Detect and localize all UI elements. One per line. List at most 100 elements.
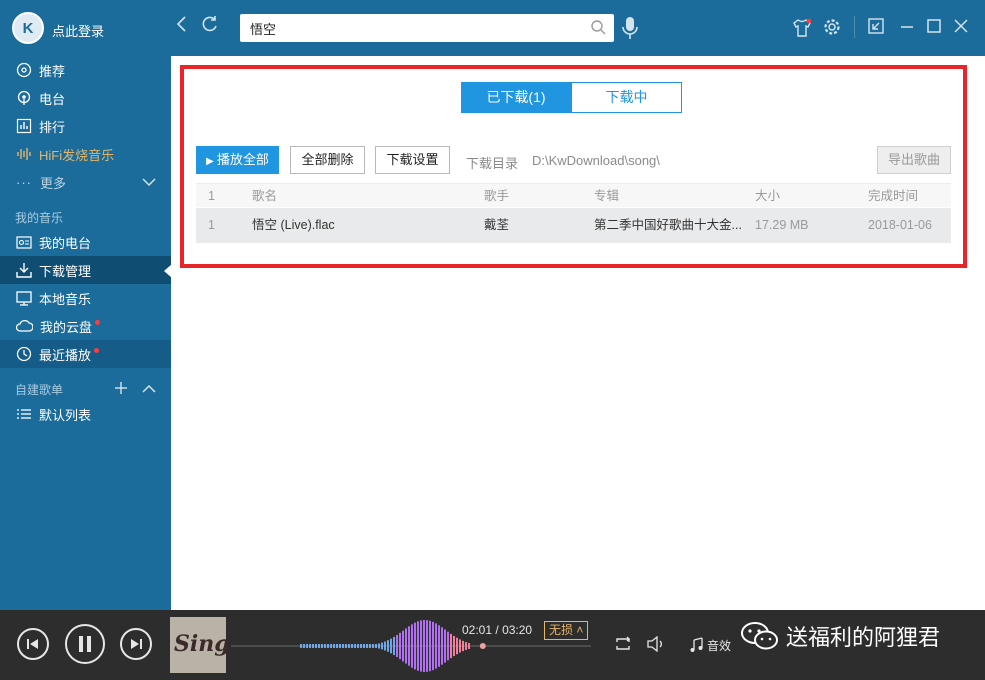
table-row[interactable]: 1 悟空 (Live).flac 戴荃 第二季中国好歌曲十大金... 17.29… [196, 208, 951, 243]
col-album[interactable]: 专辑 [594, 184, 619, 208]
minimize-icon[interactable] [899, 18, 915, 37]
sidebar-item-label: 排行 [39, 119, 66, 135]
shirt-icon[interactable] [792, 18, 812, 41]
time-display: 02:01 / 03:20 [462, 623, 532, 637]
mini-mode-icon[interactable] [868, 18, 884, 37]
sidebar-item-my-radio[interactable]: 我的电台 [0, 228, 171, 256]
mic-icon[interactable] [622, 16, 638, 43]
sidebar-item-label: 电台 [39, 91, 66, 107]
sidebar-item-label: 我的云盘 [40, 319, 93, 335]
sidebar-item-hifi[interactable]: HiFi发烧音乐 [0, 140, 171, 168]
sidebar: 推荐 电台 排行 HiFi发烧音乐 ··· 更多 我的音乐 我的电台 下载管理 … [0, 56, 171, 610]
clock-icon [16, 346, 32, 362]
col-index: 1 [208, 189, 215, 203]
sidebar-item-label: 我的电台 [39, 235, 92, 251]
quality-selector[interactable]: 无损 ˄ [544, 621, 589, 640]
section-title-my-music: 我的音乐 [15, 211, 64, 225]
elapsed-time: 02:01 [462, 623, 493, 637]
refresh-icon[interactable] [197, 14, 223, 40]
table-header: 1 歌名 歌手 专辑 大小 完成时间 [196, 183, 951, 207]
col-name[interactable]: 歌名 [252, 184, 277, 208]
music-note-icon [690, 637, 703, 652]
sidebar-item-ranking[interactable]: 排行 [0, 112, 171, 140]
col-finished[interactable]: 完成时间 [868, 184, 918, 208]
chart-icon [16, 118, 32, 134]
more-dots-icon: ··· [16, 174, 32, 190]
progress-knob[interactable] [479, 643, 486, 649]
download-dir-label: 下载目录 [466, 156, 519, 171]
sound-effect-button[interactable]: 音效 [707, 637, 731, 654]
play-all-button[interactable]: ▶ 播放全部 [196, 146, 279, 174]
sidebar-item-label: 更多 [40, 175, 67, 191]
sidebar-item-recommend[interactable]: 推荐 [0, 56, 171, 84]
download-dir-path[interactable]: D:\KwDownload\song\ [532, 153, 660, 168]
watermark-text: 送福利的阿狸君 [786, 625, 941, 650]
sidebar-item-label: 最近播放 [39, 347, 92, 363]
notification-dot [94, 347, 100, 353]
row-size: 17.29 MB [755, 218, 809, 232]
previous-button[interactable] [17, 628, 49, 660]
search-box[interactable] [240, 14, 614, 42]
loop-icon[interactable] [614, 636, 632, 652]
row-album[interactable]: 第二季中国好歌曲十大金... [594, 208, 742, 243]
maximize-icon[interactable] [926, 18, 942, 37]
next-icon [131, 639, 142, 649]
export-songs-button[interactable]: 导出歌曲 [877, 146, 951, 174]
download-settings-button[interactable]: 下载设置 [375, 146, 450, 174]
close-icon[interactable] [953, 18, 969, 37]
search-input[interactable] [240, 14, 570, 42]
col-artist[interactable]: 歌手 [484, 184, 509, 208]
sidebar-item-label: 本地音乐 [39, 291, 92, 307]
radio-icon [17, 90, 31, 105]
wechat-icon [741, 622, 778, 650]
monitor-icon [16, 291, 32, 306]
list-icon [17, 409, 31, 419]
sidebar-item-downloads[interactable]: 下载管理 [0, 256, 171, 284]
pause-button[interactable] [65, 624, 105, 664]
download-icon [16, 263, 32, 278]
next-button[interactable] [120, 628, 152, 660]
disc-icon [16, 62, 32, 78]
top-bar: K 点此登录 [0, 0, 985, 56]
sidebar-item-cloud[interactable]: 我的云盘 [0, 312, 171, 340]
row-index: 1 [208, 218, 215, 232]
previous-icon [27, 639, 38, 649]
row-finished: 2018-01-06 [868, 218, 932, 232]
sidebar-item-local-music[interactable]: 本地音乐 [0, 284, 171, 312]
tab-downloaded[interactable]: 已下载(1) [461, 82, 571, 113]
tab-downloading[interactable]: 下载中 [571, 82, 682, 113]
sidebar-item-more[interactable]: ··· 更多 [0, 168, 171, 196]
col-size[interactable]: 大小 [755, 184, 780, 208]
sidebar-item-label: 默认列表 [39, 407, 92, 423]
sidebar-item-label: 下载管理 [39, 263, 92, 279]
gear-icon[interactable] [823, 18, 841, 39]
play-icon: ▶ [206, 156, 214, 167]
login-link[interactable]: 点此登录 [52, 21, 104, 40]
play-all-label: 播放全部 [216, 152, 269, 167]
notification-dot [95, 319, 101, 325]
total-time: 03:20 [502, 623, 533, 637]
sidebar-item-default-list[interactable]: 默认列表 [0, 400, 171, 428]
divider [854, 16, 855, 38]
watermark: 送福利的阿狸君 [740, 620, 940, 652]
chevron-up-icon[interactable] [142, 384, 156, 394]
app-logo[interactable]: K [12, 12, 44, 44]
waveform-progress[interactable] [231, 615, 591, 675]
pause-icon [79, 636, 91, 652]
row-artist[interactable]: 戴荃 [484, 208, 509, 243]
row-song-name[interactable]: 悟空 (Live).flac [252, 208, 335, 243]
section-title-playlists: 自建歌单 [15, 383, 64, 397]
album-cover[interactable]: Sing [170, 617, 230, 673]
sidebar-item-label: HiFi发烧音乐 [39, 147, 115, 163]
sidebar-item-radio[interactable]: 电台 [0, 84, 171, 112]
sidebar-item-recent[interactable]: 最近播放 [0, 340, 171, 368]
sidebar-item-label: 推荐 [39, 63, 66, 79]
cloud-icon [16, 319, 33, 332]
search-icon[interactable] [590, 19, 606, 38]
volume-icon[interactable] [646, 636, 666, 652]
delete-all-button[interactable]: 全部删除 [290, 146, 365, 174]
chevron-down-icon[interactable] [142, 177, 156, 187]
add-playlist-icon[interactable] [114, 381, 128, 395]
cover-text: Sing [174, 631, 230, 657]
back-icon[interactable] [168, 14, 194, 40]
